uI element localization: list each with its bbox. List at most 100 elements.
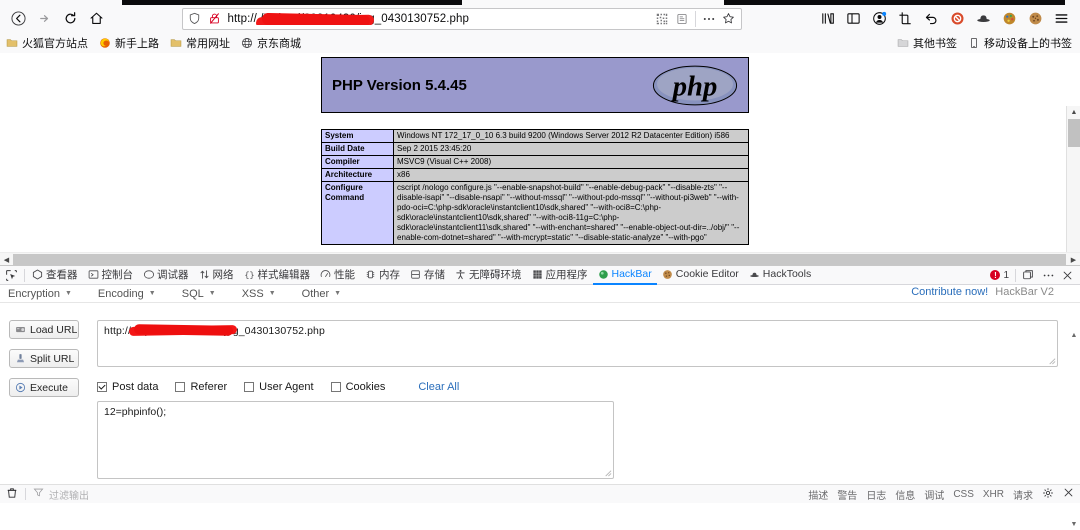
dock-icon[interactable] [1018, 266, 1038, 285]
tab-cookie-editor[interactable]: Cookie Editor [657, 266, 744, 285]
checkbox-box[interactable] [244, 382, 255, 392]
undo-icon[interactable] [918, 6, 944, 32]
menu-sql[interactable]: SQL ▼ [174, 288, 222, 300]
filter-chip-info[interactable]: 信息 [895, 487, 915, 502]
checkbox-box[interactable] [330, 382, 341, 392]
page-vertical-scrollbar[interactable]: ▲ ▼ [1066, 106, 1080, 252]
bookmark-item-3[interactable]: 京东商城 [241, 35, 301, 51]
menu-xss[interactable]: XSS ▼ [234, 288, 282, 300]
tab-inspector[interactable]: 查看器 [27, 266, 83, 285]
tab-style-editor[interactable]: {} 样式编辑器 [239, 266, 316, 285]
menu-other[interactable]: Other ▼ [294, 288, 347, 300]
menu-label: Encoding [97, 287, 144, 300]
broken-lock-icon[interactable] [205, 9, 225, 29]
table-row: Architecture x86 [321, 168, 749, 182]
bookmarks-toolbar-right: 其他书签 移动设备上的书签 [897, 32, 1076, 53]
palette-icon[interactable] [996, 6, 1022, 32]
trash-icon[interactable] [6, 487, 18, 502]
clear-all-link[interactable]: Clear All [418, 381, 459, 393]
filter-chip-warning[interactable]: 警告 [837, 487, 857, 502]
adblock-icon[interactable] [944, 6, 970, 32]
tab-memory[interactable]: 内存 [360, 266, 405, 285]
filter-chip-request[interactable]: 请求 [1013, 487, 1033, 502]
mobile-bookmarks-item[interactable]: 移动设备上的书签 [968, 35, 1072, 51]
tab-storage[interactable]: 存储 [405, 266, 450, 285]
filter-chip-description[interactable]: 描述 [808, 487, 828, 502]
tab-hackbar[interactable]: HackBar [592, 266, 657, 285]
execute-button[interactable]: Execute [9, 378, 79, 397]
inspector-icon [32, 269, 43, 280]
phpinfo-table: System Windows NT 172_17_0_10 6.3 build … [321, 129, 749, 245]
scroll-up-arrow-icon[interactable]: ▲ [1067, 106, 1080, 119]
screenshot-icon[interactable] [892, 6, 918, 32]
menu-encoding[interactable]: Encoding ▼ [90, 288, 162, 300]
scrollbar-thumb[interactable] [1068, 119, 1080, 147]
checkbox-box[interactable] [175, 382, 186, 392]
tab-network[interactable]: 网络 [194, 266, 239, 285]
checkbox-post-data[interactable]: Post data [97, 381, 158, 393]
resize-grip-icon[interactable] [603, 468, 612, 477]
filter-chip-log[interactable]: 日志 [866, 487, 886, 502]
load-url-button[interactable]: Load URL [9, 320, 79, 339]
checkbox-cookies[interactable]: Cookies [330, 381, 386, 393]
hat-icon[interactable] [970, 6, 996, 32]
filter-input[interactable]: 过滤输出 [49, 487, 89, 502]
bookmark-item-0[interactable]: 火狐官方站点 [6, 35, 88, 51]
bookmark-label: 新手上路 [115, 37, 159, 50]
split-url-button[interactable]: Split URL [9, 349, 79, 368]
hscrollbar-thumb[interactable] [13, 254, 1066, 265]
checkbox-referer[interactable]: Referer [175, 381, 227, 393]
url-input[interactable]: http:// /Upload/20210430/jpg_0430130752.… [97, 320, 1058, 367]
scroll-up-arrow-icon[interactable]: ▲ [1068, 330, 1080, 341]
sidebar-icon[interactable] [840, 6, 866, 32]
close-icon[interactable] [1063, 487, 1074, 501]
bookmark-item-1[interactable]: 新手上路 [99, 35, 159, 51]
tab-console[interactable]: 控制台 [83, 266, 139, 285]
settings-icon[interactable] [1042, 487, 1054, 502]
error-count-badge[interactable]: ! 1 [990, 270, 1009, 281]
tab-application[interactable]: 应用程序 [527, 266, 593, 285]
phpinfo-document: PHP Version 5.4.45 php System Windows NT… [321, 57, 749, 245]
forward-button[interactable] [31, 6, 57, 32]
back-button[interactable] [5, 6, 31, 32]
page-actions-ellipsis-icon[interactable] [699, 9, 719, 29]
tab-accessibility[interactable]: 无障碍环境 [450, 266, 527, 285]
page-horizontal-scrollbar[interactable]: ◀ ▶ [0, 252, 1080, 265]
tab-hacktools[interactable]: HackTools [744, 266, 816, 285]
account-icon[interactable] [866, 6, 892, 32]
tab-debugger[interactable]: 调试器 [138, 266, 194, 285]
library-icon[interactable] [814, 6, 840, 32]
chevron-down-icon: ▼ [334, 290, 342, 297]
table-value: Sep 2 2015 23:45:20 [393, 142, 749, 156]
bookmark-item-2[interactable]: 常用网址 [170, 35, 230, 51]
element-picker-icon[interactable] [0, 266, 22, 285]
star-icon[interactable] [719, 9, 739, 29]
cookie-icon[interactable] [1022, 6, 1048, 32]
resize-grip-icon[interactable] [1047, 356, 1056, 365]
home-button[interactable] [83, 6, 109, 32]
filter-chip-xhr[interactable]: XHR [983, 489, 1004, 500]
menu-icon[interactable] [1048, 6, 1074, 32]
network-icon [199, 269, 210, 280]
error-count: 1 [1003, 269, 1009, 281]
filter-chip-css[interactable]: CSS [953, 489, 974, 500]
checkbox-label: Cookies [345, 381, 386, 393]
qr-code-icon[interactable] [652, 9, 672, 29]
close-icon[interactable] [1058, 266, 1076, 285]
url-text[interactable]: http:// /Upload/20210430/jpg_0430130752.… [225, 13, 652, 25]
tracking-protection-icon[interactable] [185, 9, 205, 29]
tab-performance[interactable]: 性能 [315, 266, 360, 285]
reload-button[interactable] [57, 6, 83, 32]
scroll-down-arrow-icon[interactable]: ▼ [1068, 519, 1080, 530]
address-bar[interactable]: http:// /Upload/20210430/jpg_0430130752.… [181, 7, 742, 30]
filter-chip-debug[interactable]: 调试 [924, 487, 944, 502]
contribute-link[interactable]: Contribute now! [911, 286, 988, 298]
devtools-options-icon[interactable] [1038, 266, 1058, 285]
menu-encryption[interactable]: Encryption ▼ [0, 288, 78, 300]
page-title: PHP Version 5.4.45 [332, 76, 467, 94]
checkbox-user-agent[interactable]: User Agent [244, 381, 314, 393]
post-data-input[interactable]: 12=phpinfo(); [97, 401, 614, 479]
checkbox-box[interactable] [97, 382, 107, 392]
other-bookmarks-item[interactable]: 其他书签 [897, 35, 957, 51]
reader-mode-icon[interactable] [672, 9, 692, 29]
